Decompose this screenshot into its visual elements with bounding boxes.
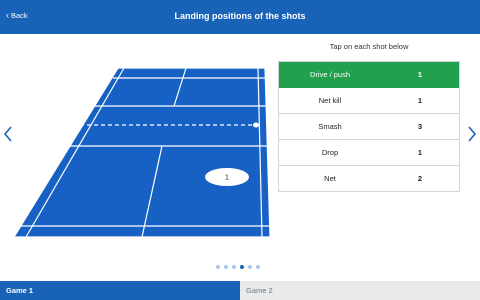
shots-instruction: Tap on each shot below <box>329 42 409 51</box>
shot-name: Net <box>324 174 336 183</box>
prev-arrow[interactable] <box>2 124 14 144</box>
shot-row-net-kill[interactable]: Net kill 1 <box>279 88 459 114</box>
page-dot[interactable] <box>248 265 252 269</box>
chevron-right-icon <box>468 126 477 142</box>
court-surface <box>14 68 270 237</box>
shot-row-drive-push[interactable]: Drive / push 1 <box>279 62 459 88</box>
page-title: Landing positions of the shots <box>174 11 306 21</box>
chevron-left-icon <box>3 126 12 142</box>
page-dot[interactable] <box>216 265 220 269</box>
tab-label: Game 2 <box>246 286 273 295</box>
page-dot[interactable] <box>240 265 244 269</box>
next-arrow[interactable] <box>466 124 478 144</box>
page-dot[interactable] <box>224 265 228 269</box>
shot-name: Net kill <box>318 96 342 105</box>
shot-count: 2 <box>417 174 423 183</box>
shot-count: 1 <box>417 148 423 157</box>
shot-row-net[interactable]: Net 2 <box>279 166 459 192</box>
shot-name: Drive / push <box>309 70 351 79</box>
shot-row-smash[interactable]: Smash 3 <box>279 114 459 140</box>
net-post-left <box>77 122 83 128</box>
shot-list: Drive / push 1 Net kill 1 Smash 3 Drop 1… <box>278 61 460 192</box>
shot-name: Smash <box>318 122 342 131</box>
tab-label: Game 1 <box>6 286 34 295</box>
shot-row-drop[interactable]: Drop 1 <box>279 140 459 166</box>
shot-count: 1 <box>417 96 423 105</box>
page-dot[interactable] <box>232 265 236 269</box>
top-bar: ‹ Back Landing positions of the shots <box>0 0 480 34</box>
landing-marker-label: 1 <box>225 175 229 182</box>
game-tab-bar: Game 1 Game 2 <box>0 281 480 300</box>
page-indicator <box>216 265 260 269</box>
shot-name: Drop <box>321 148 339 157</box>
shot-count: 1 <box>417 70 423 79</box>
tab-game-1[interactable]: Game 1 <box>0 281 240 300</box>
net-post-right <box>253 122 259 128</box>
tab-game-2[interactable]: Game 2 <box>240 281 480 300</box>
page-dot[interactable] <box>256 265 260 269</box>
shot-count: 3 <box>417 122 423 131</box>
